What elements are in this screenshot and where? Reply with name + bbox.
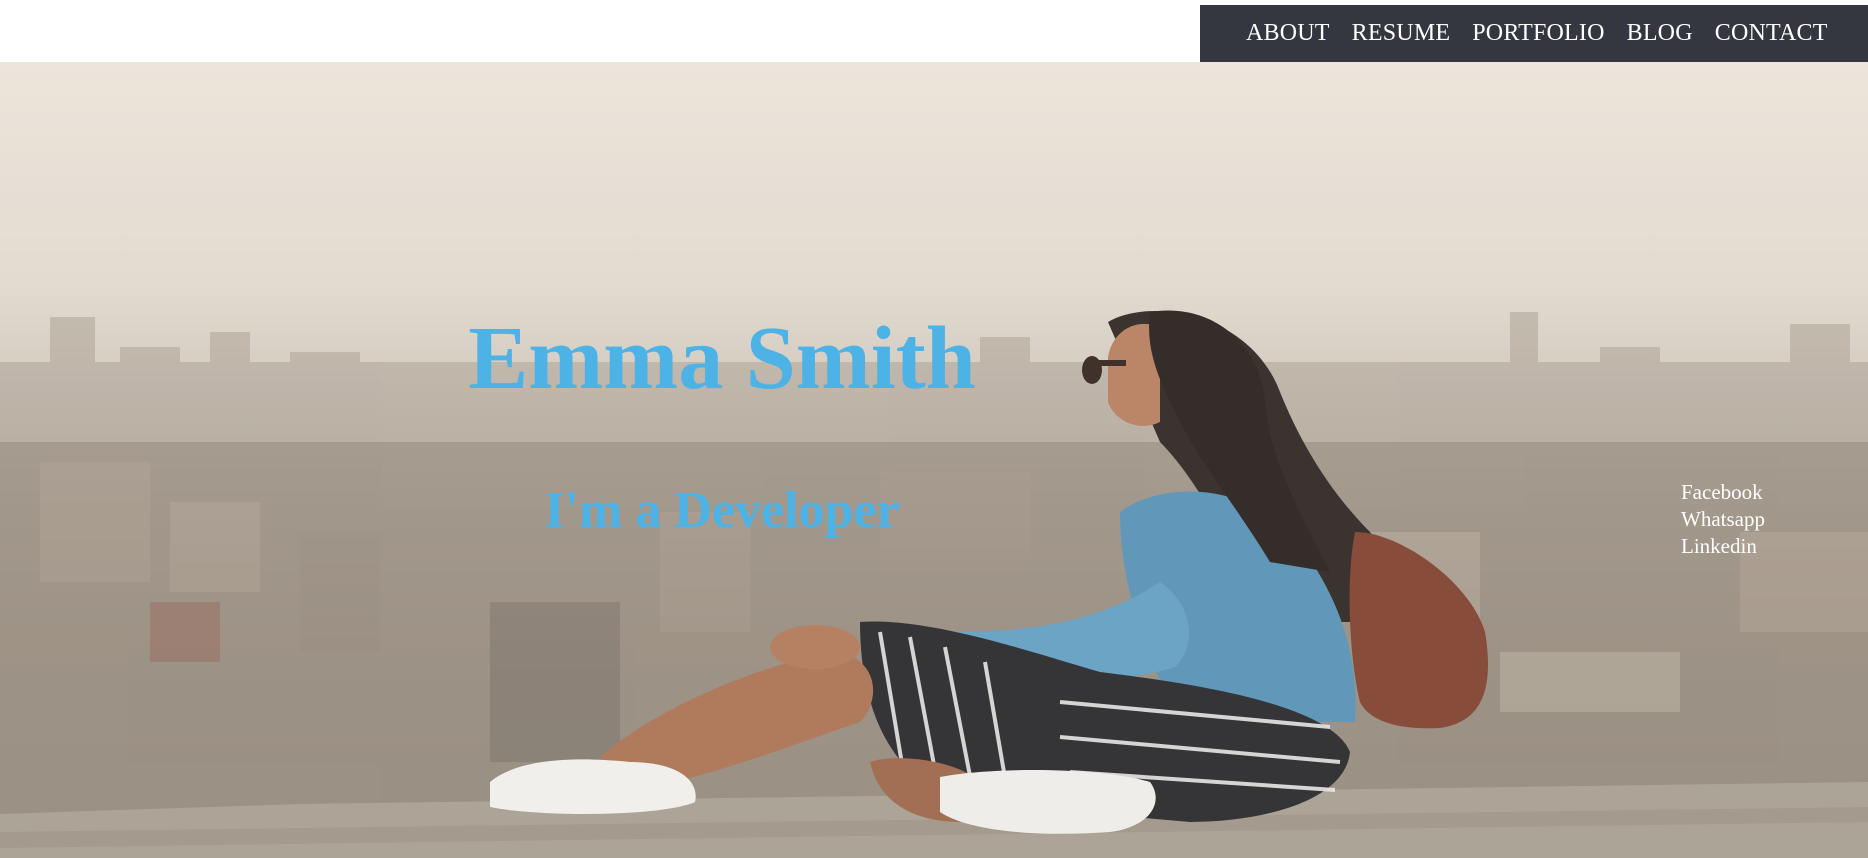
- nav-link-portfolio[interactable]: PORTFOLIO: [1472, 20, 1604, 47]
- social-link-linkedin[interactable]: Linkedin: [1681, 533, 1765, 560]
- hero-section: Emma Smith I'm a Developer Facebook What…: [0, 62, 1868, 858]
- hero-background-photo: [0, 62, 1868, 858]
- nav-link-resume[interactable]: RESUME: [1352, 20, 1451, 47]
- top-nav-bar: ABOUT RESUME PORTFOLIO BLOG CONTACT: [1200, 5, 1868, 62]
- nav-link-contact[interactable]: CONTACT: [1715, 20, 1828, 47]
- hero-name-heading: Emma Smith: [468, 309, 976, 408]
- hero-tagline: I'm a Developer: [544, 482, 900, 539]
- nav-link-about[interactable]: ABOUT: [1246, 20, 1330, 47]
- social-link-facebook[interactable]: Facebook: [1681, 479, 1765, 506]
- nav-link-blog[interactable]: BLOG: [1627, 20, 1693, 47]
- social-links: Facebook Whatsapp Linkedin: [1681, 479, 1765, 560]
- social-link-whatsapp[interactable]: Whatsapp: [1681, 506, 1765, 533]
- portfolio-page: ABOUT RESUME PORTFOLIO BLOG CONTACT Emma…: [0, 0, 1868, 858]
